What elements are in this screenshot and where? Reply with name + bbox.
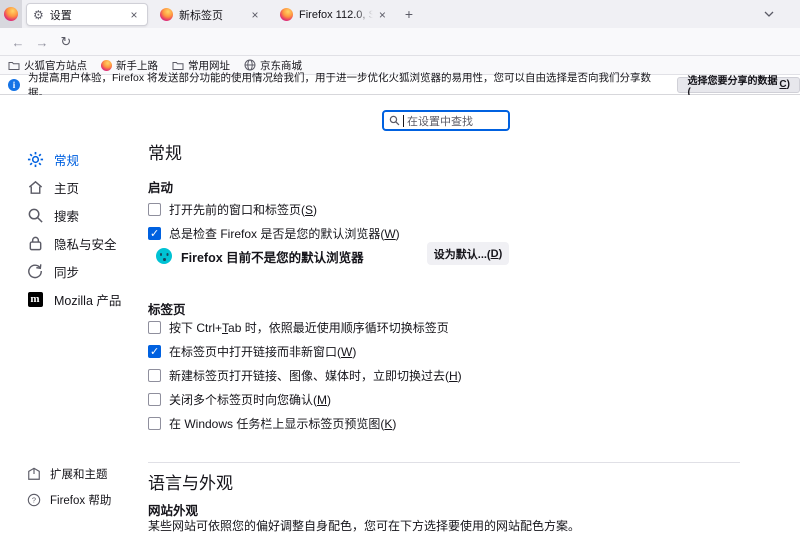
option-confirm-close-multiple-tabs[interactable]: 关闭多个标签页时向您确认(M) (148, 389, 331, 409)
window-firefox-icon-button[interactable] (0, 0, 22, 28)
website-appearance-description: 某些网站可依照您的偏好调整自身配色，您可在下方选择要使用的网站配色方案。 (148, 519, 580, 533)
tab-label: 新标签页 (179, 7, 223, 23)
choose-data-to-share-button[interactable]: 选择您要分享的数据(C) (677, 77, 800, 93)
option-always-check-default-browser[interactable]: 总是检查 Firefox 是否是您的默认浏览器(W) (148, 223, 400, 243)
website-appearance-heading: 网站外观 (148, 500, 198, 519)
sidebar-item-label: 常规 (54, 150, 79, 169)
mozilla-logo-icon: m (26, 290, 44, 308)
back-button[interactable]: ← (8, 33, 28, 51)
page-title: 常规 (148, 139, 182, 164)
set-as-default-button[interactable]: 设为默认...(D) (427, 242, 509, 265)
gear-icon: ⚙ (33, 8, 44, 22)
sidebar-item-label: 扩展和主题 (50, 466, 108, 482)
new-tab-button[interactable]: + (398, 4, 420, 24)
tab-new-tab[interactable]: 新标签页 × (154, 3, 268, 26)
tab-bar: ⚙ 设置 × 新标签页 × Firefox 112.0, See All New… (0, 0, 800, 28)
checkbox-label: 打开先前的窗口和标签页(S) (169, 201, 317, 218)
checkbox[interactable] (148, 321, 161, 334)
sidebar-footer: 扩展和主题 ? Firefox 帮助 (16, 461, 142, 513)
settings-sidebar: 常规 主页 搜索 隐私与安全 (16, 145, 142, 313)
tab-label: Firefox 112.0, See All New Fe (299, 9, 373, 21)
search-icon (26, 206, 44, 224)
checkbox-label: 按下 Ctrl+Tab 时，依照最近使用顺序循环切换标签页 (169, 319, 449, 336)
info-icon: i (8, 79, 20, 91)
sidebar-item-label: 隐私与安全 (54, 234, 117, 253)
data-sharing-notification-bar: i 为提高用户体验，Firefox 将发送部分功能的使用情况给我们，用于进一步优… (0, 75, 800, 95)
chevron-down-icon (764, 11, 774, 17)
sidebar-item-extensions-themes[interactable]: 扩展和主题 (16, 461, 142, 487)
sidebar-item-general[interactable]: 常规 (16, 145, 142, 173)
tab-firefox-whatsnew[interactable]: Firefox 112.0, See All New Fe × (274, 3, 392, 26)
sidebar-item-home[interactable]: 主页 (16, 173, 142, 201)
firefox-icon (160, 8, 173, 21)
sidebar-item-label: Firefox 帮助 (50, 492, 111, 508)
sidebar-item-mozilla-products[interactable]: m Mozilla 产品 (16, 285, 142, 313)
extensions-icon (26, 467, 41, 482)
checkbox[interactable] (148, 369, 161, 382)
checkbox-label: 在标签页中打开链接而非新窗口(W) (169, 343, 356, 360)
lock-icon (26, 234, 44, 252)
checkbox-label: 新建标签页打开链接、图像、媒体时，立即切换过去(H) (169, 367, 462, 384)
default-browser-status-text: Firefox 目前不是您的默认浏览器 (181, 247, 364, 266)
not-default-status-icon (156, 248, 172, 264)
gear-icon (26, 150, 44, 168)
option-open-links-in-tabs[interactable]: 在标签页中打开链接而非新窗口(W) (148, 341, 356, 361)
default-browser-status-row: Firefox 目前不是您的默认浏览器 (156, 245, 364, 267)
checkbox-label: 总是检查 Firefox 是否是您的默认浏览器(W) (169, 225, 400, 242)
checkbox[interactable] (148, 227, 161, 240)
back-icon: ← (12, 35, 25, 50)
folder-icon (8, 60, 20, 71)
list-all-tabs-button[interactable] (758, 5, 780, 23)
reload-button[interactable]: ↻ (56, 33, 76, 51)
sidebar-item-privacy-security[interactable]: 隐私与安全 (16, 229, 142, 257)
sidebar-item-label: 主页 (54, 178, 79, 197)
firefox-icon (4, 7, 18, 21)
sidebar-item-label: Mozilla 产品 (54, 290, 121, 309)
option-switch-to-new-tab[interactable]: 新建标签页打开链接、图像、媒体时，立即切换过去(H) (148, 365, 462, 385)
checkbox-label: 关闭多个标签页时向您确认(M) (169, 391, 331, 408)
sidebar-item-label: 同步 (54, 262, 79, 281)
checkbox[interactable] (148, 345, 161, 358)
help-icon: ? (26, 493, 41, 508)
firefox-icon (280, 8, 293, 21)
close-icon[interactable]: × (127, 8, 141, 22)
general-settings-pane: 常规 启动 打开先前的窗口和标签页(S) 总是检查 Firefox 是否是您的默… (148, 95, 748, 533)
section-divider (148, 462, 740, 463)
option-ctrl-tab-cycle[interactable]: 按下 Ctrl+Tab 时，依照最近使用顺序循环切换标签页 (148, 317, 449, 337)
svg-text:?: ? (31, 496, 35, 505)
forward-button[interactable]: → (32, 33, 52, 51)
sync-icon (26, 262, 44, 280)
reload-icon: ↻ (61, 34, 72, 50)
home-icon (26, 178, 44, 196)
sidebar-item-label: 搜索 (54, 206, 79, 225)
checkbox[interactable] (148, 417, 161, 430)
navigation-bar: ← → ↻ Firefox about:preferences ☆ (0, 28, 800, 56)
sidebar-item-search[interactable]: 搜索 (16, 201, 142, 229)
checkbox[interactable] (148, 393, 161, 406)
option-taskbar-tab-previews[interactable]: 在 Windows 任务栏上显示标签页预览图(K) (148, 413, 396, 433)
option-restore-previous-session[interactable]: 打开先前的窗口和标签页(S) (148, 199, 317, 219)
sidebar-item-sync[interactable]: 同步 (16, 257, 142, 285)
startup-heading: 启动 (148, 177, 173, 196)
language-appearance-title: 语言与外观 (148, 469, 233, 494)
tab-label: 设置 (50, 7, 72, 23)
sidebar-item-firefox-help[interactable]: ? Firefox 帮助 (16, 487, 142, 513)
forward-icon: → (36, 35, 49, 50)
close-icon[interactable]: × (379, 8, 386, 22)
checkbox[interactable] (148, 203, 161, 216)
tab-settings[interactable]: ⚙ 设置 × (26, 3, 148, 26)
checkbox-label: 在 Windows 任务栏上显示标签页预览图(K) (169, 415, 396, 432)
tabs-heading: 标签页 (148, 299, 186, 318)
browser-window: ⚙ 设置 × 新标签页 × Firefox 112.0, See All New… (0, 0, 800, 533)
close-icon[interactable]: × (248, 8, 262, 22)
settings-content: 在设置中查找 常规 主页 搜索 (0, 95, 800, 533)
